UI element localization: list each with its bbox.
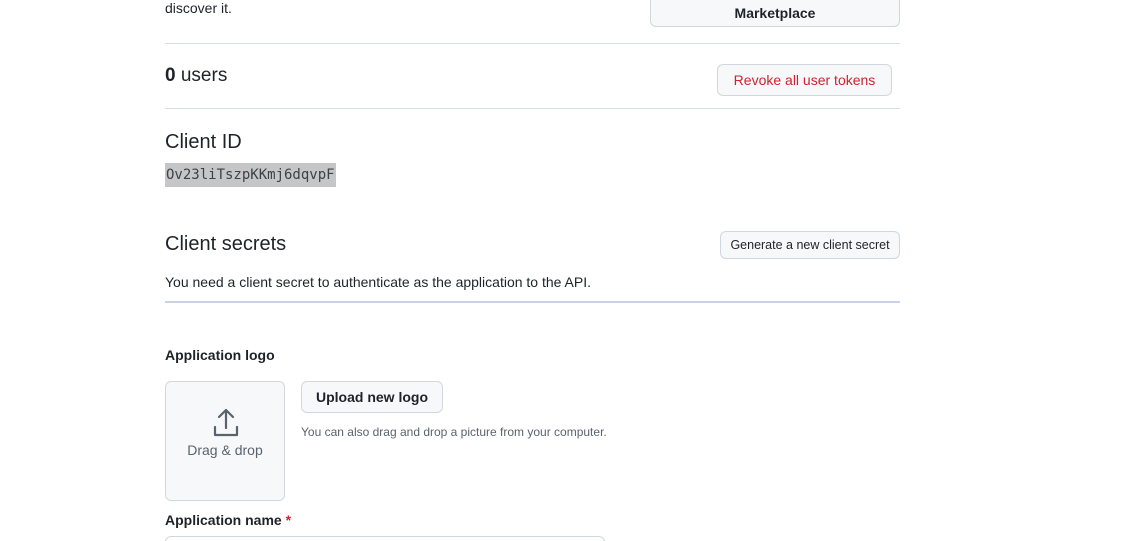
upload-icon [213, 408, 239, 437]
users-count-label: users [180, 65, 228, 86]
users-count-number: 0 [165, 65, 176, 86]
application-name-input[interactable] [165, 536, 605, 541]
drag-and-drop-label: Drag & drop [187, 442, 263, 458]
client-id-value[interactable]: Ov23liTszpKKmj6dqvpF [165, 163, 336, 187]
users-count: 0 users [165, 64, 227, 88]
logo-drop-zone[interactable]: Drag & drop [165, 381, 285, 501]
required-asterisk: * [285, 512, 292, 528]
upload-new-logo-button[interactable]: Upload new logo [301, 381, 443, 413]
marketplace-button[interactable]: Marketplace [650, 0, 900, 27]
application-name-label-text: Application name [165, 512, 282, 528]
client-secret-note: You need a client secret to authenticate… [165, 274, 592, 290]
revoke-all-user-tokens-button[interactable]: Revoke all user tokens [717, 64, 892, 96]
section-divider [165, 108, 900, 109]
application-logo-label: Application logo [165, 347, 275, 363]
application-name-label: Application name * [165, 510, 291, 530]
upload-logo-hint: You can also drag and drop a picture fro… [301, 425, 607, 439]
marketplace-description-tail: discover it. [165, 0, 232, 16]
client-secrets-heading: Client secrets [165, 233, 287, 255]
app-settings-page: discover it. Marketplace 0 users Revoke … [0, 0, 1135, 541]
section-divider [165, 43, 900, 44]
client-id-heading: Client ID [165, 131, 242, 153]
generate-client-secret-button[interactable]: Generate a new client secret [720, 231, 900, 259]
client-secrets-divider [165, 301, 900, 303]
